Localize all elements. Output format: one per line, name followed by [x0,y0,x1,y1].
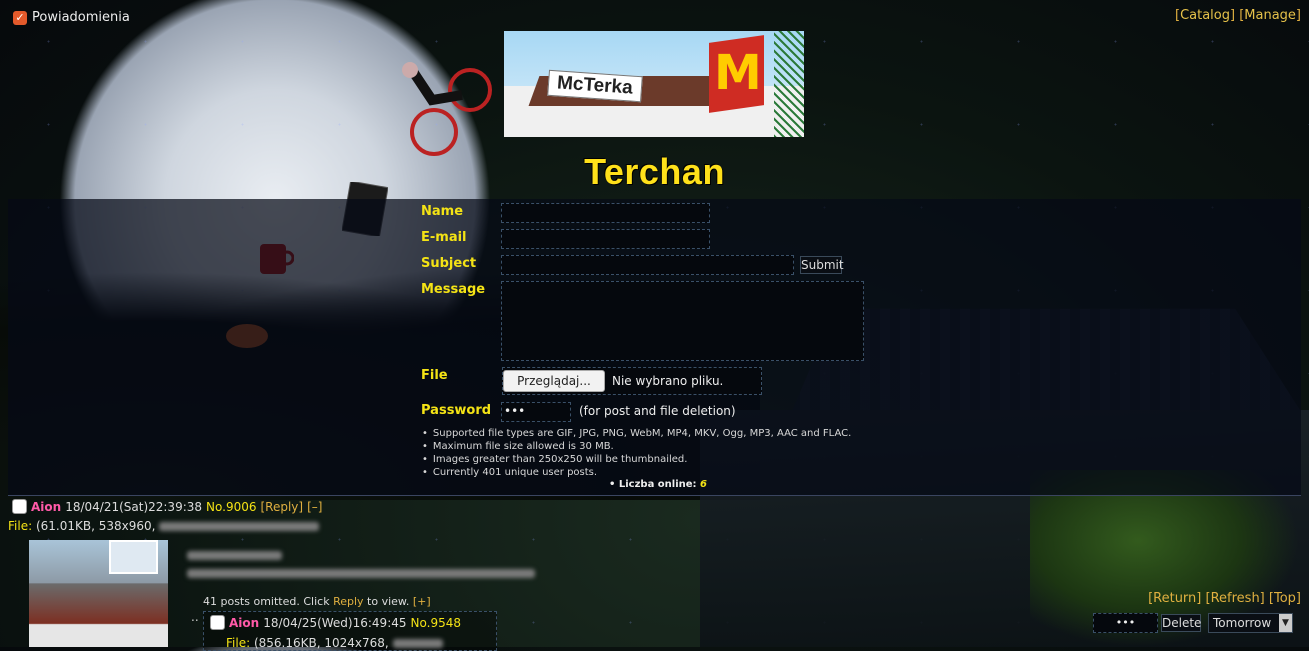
rule-item: Maximum file size allowed is 30 MB. [422,440,851,453]
site-banner[interactable]: M McTerka [504,31,804,137]
blurred-post-subject [187,548,282,562]
message-label: Message [421,282,486,297]
refresh-link[interactable]: [Refresh] [1206,591,1265,606]
expand-link[interactable]: [+] [413,595,431,608]
reply-file-label: File: [226,636,251,650]
top-nav: [Catalog] [Manage] [1174,8,1301,23]
banner-logo: M [714,45,762,101]
blurred-filename [159,522,320,531]
reply-author: Aion [229,615,260,630]
reply-link[interactable]: [Reply] [260,500,303,514]
rules-list: Supported file types are GIF, JPG, PNG, … [422,427,851,479]
thread-thumbnail[interactable] [29,540,168,647]
notifications-toggle[interactable]: ✓ Powiadomienia [13,10,130,25]
password-label: Password [421,403,492,418]
reply-select-checkbox[interactable] [210,615,225,630]
delete-button[interactable]: Delete [1161,614,1201,632]
catalog-link[interactable]: Catalog [1180,8,1230,23]
thumbnail-window [109,540,158,574]
no-file-text: Nie wybrano pliku. [612,374,724,388]
reply-file-info: File: (856.16KB, 1024x768, [226,636,443,650]
file-info-label: File: [8,519,33,533]
email-label: E-mail [421,230,467,245]
email-input[interactable] [501,229,710,249]
divider [8,495,1301,496]
subject-label: Subject [421,256,477,271]
thread-header: Aion 18/04/21(Sat)22:39:38 No.9006 [Repl… [12,499,322,514]
style-select[interactable]: Tomorrow ▼ [1208,613,1293,633]
subject-input[interactable] [501,255,794,275]
post-number[interactable]: No.9006 [206,500,256,514]
hide-thread-link[interactable]: [–] [307,500,322,514]
online-label: Liczba online: [618,479,697,490]
password-input[interactable]: ••• [501,402,571,422]
thread-select-checkbox[interactable] [12,499,27,514]
reply-header: Aion 18/04/25(Wed)16:49:45 No.9548 [210,615,461,630]
check-icon[interactable]: ✓ [13,10,27,25]
rule-item: Supported file types are GIF, JPG, PNG, … [422,427,851,440]
banner-tower [774,31,804,137]
rule-item: Currently 401 unique user posts. [422,466,851,479]
online-count: • Liczba online: 6 [609,479,708,490]
style-select-value: Tomorrow [1213,616,1272,630]
reply-number[interactable]: No.9548 [411,616,461,630]
chevron-down-icon: ▼ [1279,614,1292,632]
omitted-posts-note: 41 posts omitted. Click Reply to view. [… [203,595,431,608]
online-number: 6 [700,479,708,490]
omitted-suffix: to view. [367,595,410,608]
post-date: 18/04/21(Sat)22:39:38 [65,499,203,514]
page-title: Terchan [584,151,725,192]
delete-password-input[interactable]: ••• [1093,613,1158,633]
omitted-reply-link[interactable]: Reply [333,595,363,608]
manage-link[interactable]: Manage [1244,8,1296,23]
omitted-text: 41 posts omitted. Click [203,595,330,608]
notifications-label: Powiadomienia [32,10,130,25]
password-hint: (for post and file deletion) [579,404,736,418]
bmx-rider-image [402,62,492,156]
top-link[interactable]: [Top] [1269,591,1301,606]
bottom-nav: [Return] [Refresh] [Top] [1148,591,1301,606]
blurred-post-body [187,566,535,580]
post-author: Aion [31,499,62,514]
name-label: Name [421,204,464,219]
name-input[interactable] [501,203,710,223]
browse-button[interactable]: Przeglądaj... [503,370,605,392]
file-label: File [421,368,448,383]
return-link[interactable]: [Return] [1148,591,1201,606]
reply-file-text: (856.16KB, 1024x768, [253,636,389,650]
message-textarea[interactable] [501,281,864,361]
thread-file-info: File: (61.01KB, 538x960, [8,519,320,533]
submit-button[interactable]: Submit [800,256,844,274]
reply-dots: .. [191,610,199,624]
file-info-text: (61.01KB, 538x960, [35,519,156,533]
rule-item: Images greater than 250x250 will be thum… [422,453,851,466]
reply-date: 18/04/25(Wed)16:49:45 [263,615,407,630]
